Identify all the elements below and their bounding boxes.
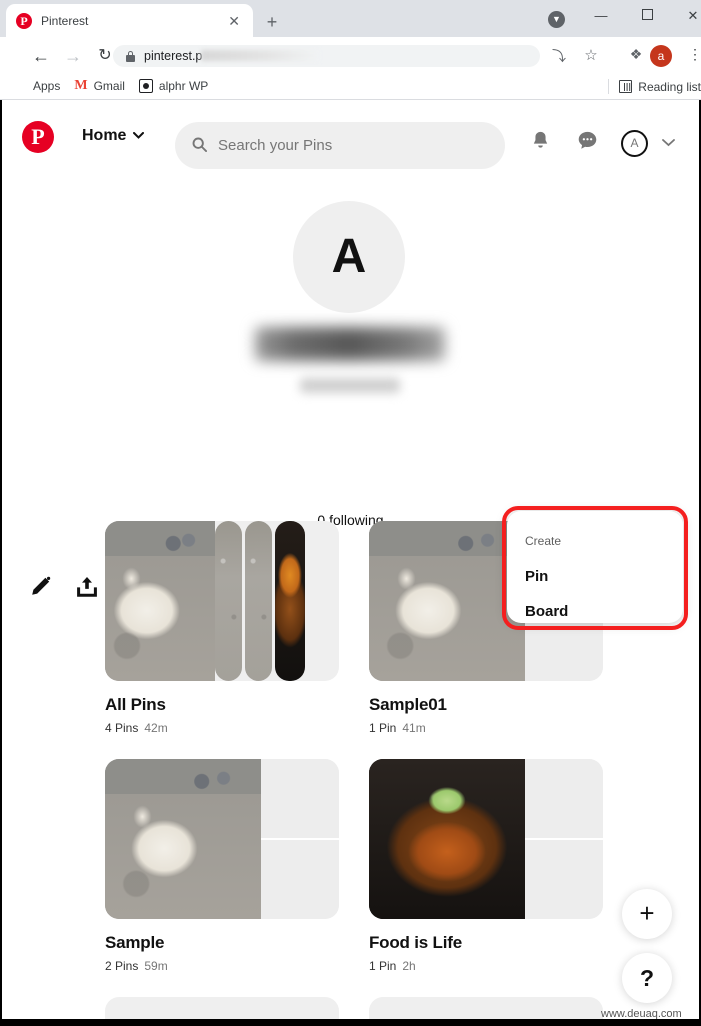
boards-row: Sample 2 Pins 59m Food is Life 1 Pin 2h: [105, 759, 603, 973]
bookmark-gmail[interactable]: M Gmail: [74, 78, 125, 94]
divider: [608, 79, 610, 94]
url-text: pinterest.p: [144, 49, 320, 63]
board-thumbnail: [369, 759, 603, 919]
maximize-icon: [641, 9, 653, 20]
pinterest-logo-icon[interactable]: P: [22, 121, 54, 153]
board-meta: 2 Pins 59m: [105, 959, 339, 973]
edit-profile-pencil-icon[interactable]: [27, 574, 53, 600]
profile-username-redacted: [300, 378, 400, 393]
board-pin-count: 1 Pin: [369, 721, 397, 735]
home-button[interactable]: Home: [82, 127, 145, 145]
board-card[interactable]: Sample 2 Pins 59m: [105, 759, 339, 973]
pinterest-page: P Home A: [0, 100, 701, 1026]
share-upload-icon[interactable]: [74, 574, 100, 600]
board-meta: 1 Pin 41m: [369, 721, 603, 735]
bookmark-apps[interactable]: Apps: [14, 79, 60, 93]
board-image: [215, 521, 242, 681]
page-left-edge: [0, 100, 2, 1026]
board-card[interactable]: Food is Life 1 Pin 2h: [369, 759, 603, 973]
board-name: Sample01: [369, 695, 447, 714]
reading-list-button[interactable]: Reading list: [608, 73, 701, 100]
profile-avatar: A: [293, 201, 405, 313]
close-window-button[interactable]: ✕: [670, 0, 701, 32]
board-image: [275, 521, 305, 681]
board-placeholder-tiles: [525, 759, 603, 919]
maximize-button[interactable]: [624, 0, 670, 32]
browser-window: P Pinterest ✕ + ▼ — ✕ ← → ↻ pinterest.p …: [0, 0, 701, 1026]
home-label: Home: [82, 127, 127, 144]
header-chevron-down-icon[interactable]: [662, 135, 675, 150]
board-name: All Pins: [105, 695, 166, 714]
board-thumbnail-collage: [105, 521, 339, 681]
bookmark-star-icon[interactable]: ☆: [581, 46, 601, 64]
board-pin-count: 1 Pin: [369, 959, 397, 973]
board-meta: 1 Pin 2h: [369, 959, 603, 973]
browser-toolbar: ← → ↻ pinterest.p ⤵ ☆ ❖ a ⋮: [0, 37, 701, 73]
url-redacted: [201, 50, 320, 61]
lock-icon: [126, 50, 135, 62]
board-pin-count: 2 Pins: [105, 959, 139, 973]
close-tab-icon[interactable]: ✕: [225, 12, 243, 30]
profile-name-redacted: [255, 327, 445, 361]
board-thumbnail: [105, 759, 339, 919]
floating-add-button[interactable]: +: [622, 889, 672, 939]
minimize-button[interactable]: —: [578, 0, 624, 32]
address-bar[interactable]: pinterest.p: [113, 45, 540, 67]
tab-search-icon[interactable]: ▼: [548, 11, 565, 28]
board-image: [369, 759, 525, 919]
search-input[interactable]: [218, 137, 468, 154]
board-pin-count: 4 Pins: [105, 721, 139, 735]
alphr-icon: [138, 79, 153, 93]
board-time: 59m: [144, 959, 168, 973]
browser-profile-avatar[interactable]: a: [650, 45, 672, 67]
gmail-icon: M: [74, 78, 88, 93]
board-meta: 4 Pins 42m: [105, 721, 339, 735]
browser-tab-pinterest[interactable]: P Pinterest ✕: [6, 4, 253, 37]
search-icon: [192, 137, 207, 155]
new-tab-button[interactable]: +: [259, 9, 285, 35]
tab-strip: P Pinterest ✕ + ▼ — ✕: [0, 0, 701, 37]
board-placeholder-tiles: [261, 759, 339, 919]
apps-grid-icon: [14, 80, 27, 93]
board-image: [369, 521, 525, 681]
bookmark-alphr-wp[interactable]: alphr WP: [138, 79, 209, 93]
board-time: 42m: [144, 721, 168, 735]
notifications-bell-icon[interactable]: [527, 130, 553, 158]
pinterest-header: P Home A: [0, 100, 701, 172]
board-time: 2h: [402, 959, 416, 973]
create-pin-item[interactable]: Pin: [525, 568, 548, 585]
download-icon[interactable]: ⤵: [549, 46, 569, 66]
board-image: [245, 521, 272, 681]
bookmark-label: alphr WP: [158, 79, 209, 93]
messages-chat-icon[interactable]: [574, 130, 600, 157]
board-name: Sample: [105, 933, 165, 952]
chevron-down-icon: [133, 130, 145, 142]
board-image: [105, 521, 215, 681]
extensions-icon[interactable]: ❖: [626, 46, 646, 63]
board-time: 41m: [402, 721, 426, 735]
search-box[interactable]: [175, 122, 505, 169]
forward-icon[interactable]: →: [62, 45, 84, 67]
create-menu-title: Create: [525, 534, 562, 548]
bookmark-label: Gmail: [93, 79, 125, 93]
back-icon[interactable]: ←: [30, 45, 52, 67]
header-avatar[interactable]: A: [621, 130, 648, 157]
reading-list-label: Reading list: [638, 79, 701, 94]
board-card[interactable]: All Pins 4 Pins 42m: [105, 521, 339, 735]
page-bottom-edge: [0, 1019, 701, 1026]
bookmarks-bar: Apps M Gmail alphr WP Reading list: [0, 73, 701, 100]
tab-title: Pinterest: [41, 13, 89, 28]
bookmark-label: Apps: [33, 79, 61, 93]
reading-list-icon: [619, 80, 633, 93]
create-dropdown-menu[interactable]: Create Pin Board: [507, 511, 683, 623]
create-board-item[interactable]: Board: [525, 603, 568, 620]
browser-menu-icon[interactable]: ⋮: [688, 46, 701, 63]
board-name: Food is Life: [369, 933, 462, 952]
floating-help-button[interactable]: ?: [622, 953, 672, 1003]
board-image: [105, 759, 261, 919]
pinterest-favicon: P: [16, 12, 32, 29]
